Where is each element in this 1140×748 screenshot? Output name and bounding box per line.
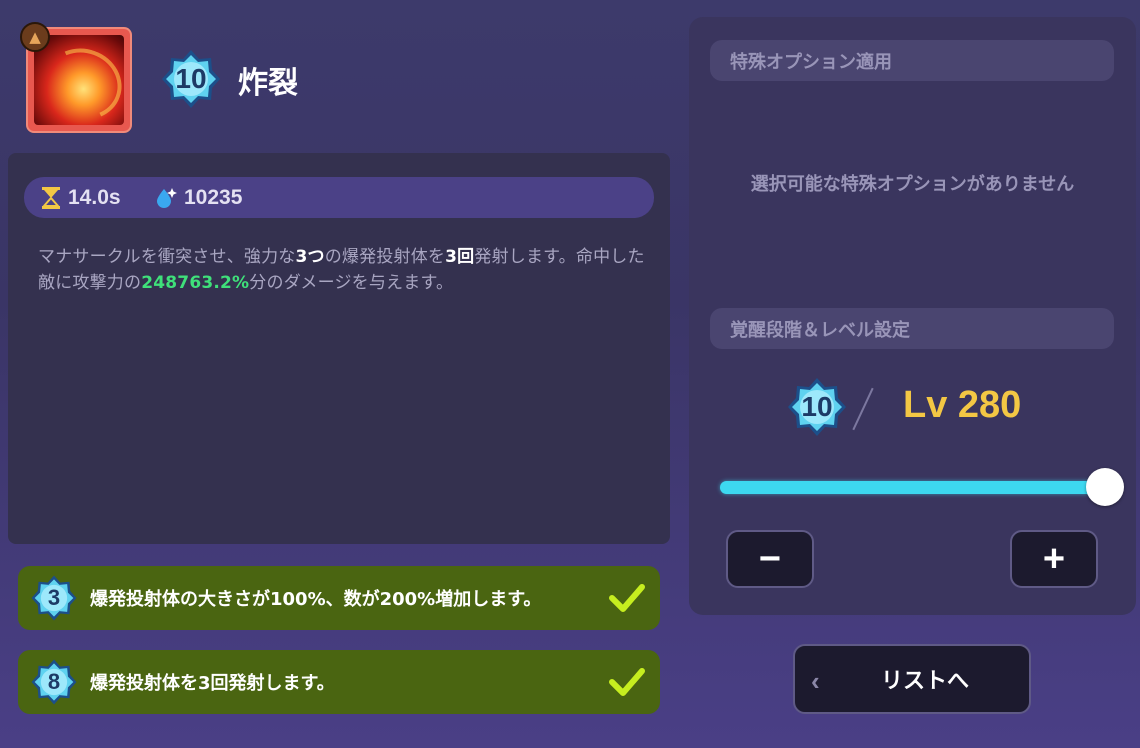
- minus-icon: −: [758, 537, 782, 580]
- description-text: の爆発投射体を: [324, 247, 446, 267]
- description-emphasis: 3回: [445, 247, 475, 267]
- special-option-header: 特殊オプション適用: [710, 40, 1114, 81]
- awakening-text: 爆発投射体を3回発射します。: [90, 673, 335, 694]
- decrease-level-button[interactable]: −: [726, 530, 814, 588]
- plus-icon: +: [1042, 537, 1066, 580]
- damage-percent: 248763.2%: [141, 273, 250, 293]
- skill-description: マナサークルを衝突させ、強力な3つの爆発投射体を3回発射します。命中した敵に攻撃…: [38, 244, 648, 296]
- awakening-text: 爆発投射体の大きさが100%、数が200%増加します。: [90, 589, 542, 610]
- mana-drop-icon: [157, 187, 177, 208]
- check-icon: [609, 584, 645, 612]
- awakening-level: 8: [47, 669, 61, 694]
- chevron-left-icon: ‹: [811, 666, 820, 696]
- awakening-level: 3: [47, 585, 61, 610]
- level-slider-track[interactable]: [720, 481, 1106, 494]
- back-to-list-label: リストへ: [881, 669, 970, 694]
- increase-level-button[interactable]: +: [1010, 530, 1098, 588]
- skill-stats-bar: 14.0s 10235: [24, 177, 654, 218]
- awakening-row: 3 爆発投射体の大きさが100%、数が200%増加します。: [18, 566, 660, 630]
- stone-tier-icon: ▲: [20, 22, 50, 52]
- awakening-selector-badge: 10: [786, 376, 848, 438]
- back-to-list-button[interactable]: ‹ リストへ: [793, 644, 1031, 714]
- hourglass-icon: [41, 186, 61, 209]
- level-slider-handle[interactable]: [1086, 468, 1124, 506]
- skill-title: 炸裂: [238, 66, 298, 101]
- no-special-option-text: 選択可能な特殊オプションがありません: [750, 174, 1075, 195]
- skill-awakening-number: 10: [175, 63, 207, 94]
- description-emphasis: 3つ: [295, 247, 325, 267]
- mana-cost-value: 10235: [184, 185, 243, 209]
- cooldown-value: 14.0s: [68, 185, 121, 209]
- cooldown-stat: 14.0s: [40, 177, 121, 218]
- awakening-row: 8 爆発投射体を3回発射します。: [18, 650, 660, 714]
- level-setting-header: 覚醒段階＆レベル設定: [710, 308, 1114, 349]
- level-value: Lv 280: [903, 384, 1022, 426]
- mana-cost-stat: 10235: [154, 177, 242, 218]
- description-text: マナサークルを衝突させ、強力な: [38, 247, 296, 267]
- awakening-setting-value: 10: [801, 391, 833, 422]
- explosion-skill-icon: [34, 35, 124, 125]
- awakening-star-badge: 3: [30, 574, 78, 622]
- check-icon: [609, 668, 645, 696]
- awakening-star-badge: 10: [160, 48, 222, 110]
- description-text: 分のダメージを与えます。: [249, 273, 454, 293]
- awakening-star-badge: 8: [30, 658, 78, 706]
